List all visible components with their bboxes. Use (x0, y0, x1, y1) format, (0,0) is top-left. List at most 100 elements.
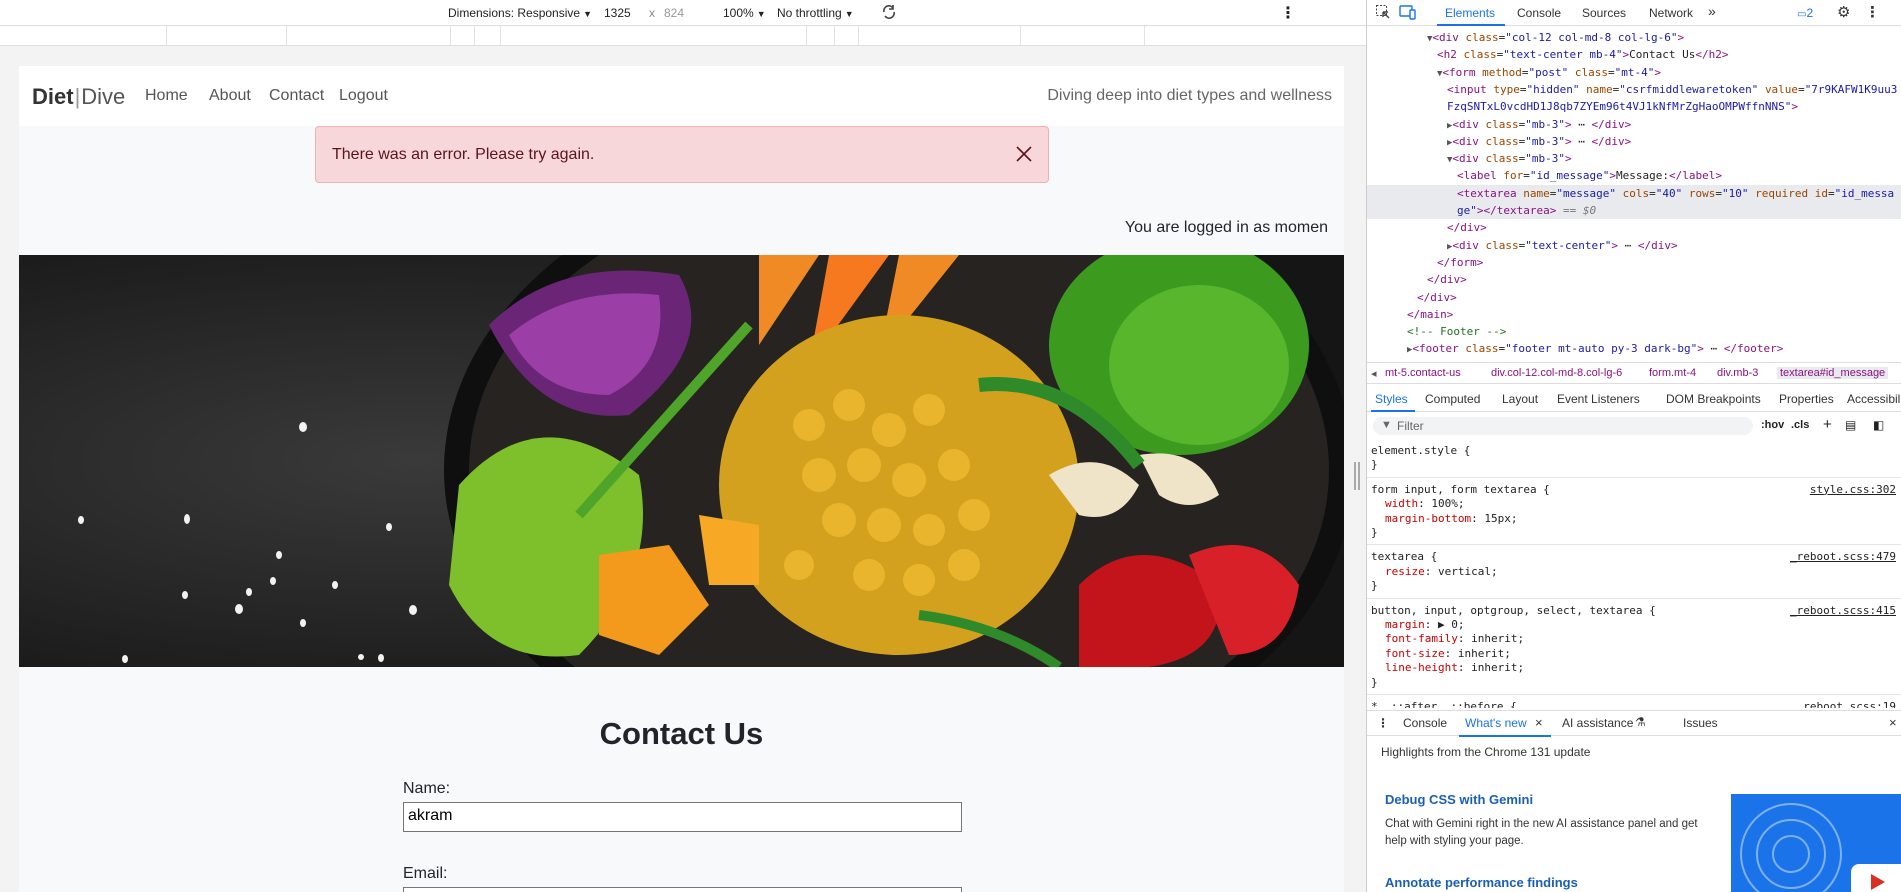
zoom-select[interactable]: 100% ▼ (723, 6, 766, 20)
tab-console[interactable]: Console (1517, 6, 1561, 20)
brand-separator: | (74, 84, 81, 109)
dimensions-label: Dimensions: Responsive (448, 6, 581, 20)
breadcrumb-item[interactable]: form.mt-4 (1649, 367, 1696, 379)
device-toggle-icon[interactable] (1399, 4, 1417, 23)
brand-bold: Diet (32, 84, 74, 109)
close-drawer-icon[interactable]: × (1889, 715, 1897, 730)
nav-home[interactable]: Home (145, 87, 188, 105)
tab-network[interactable]: Network (1649, 6, 1693, 20)
throttling-label: No throttling (777, 6, 842, 20)
promo-image (1731, 794, 1901, 892)
breadcrumb-item[interactable]: div.col-12.col-md-8.col-lg-6 (1491, 367, 1622, 379)
cls-toggle[interactable]: .cls (1791, 419, 1809, 431)
css-rule[interactable]: element.style {} (1367, 440, 1901, 478)
filter-icon: ▼ (1381, 419, 1392, 431)
dimension-separator: x (649, 6, 655, 20)
dom-node-line[interactable]: </div> (1427, 271, 1467, 288)
drawer-tab-whats-new[interactable]: What's new (1465, 716, 1527, 730)
subtab-layout[interactable]: Layout (1502, 392, 1538, 406)
dom-node-line[interactable]: </form> (1437, 254, 1483, 271)
nav-contact[interactable]: Contact (269, 87, 324, 105)
drawer-tabs: ⋮ Console What's new × AI assistance ⚗ I… (1367, 710, 1901, 737)
dom-node-line[interactable]: <textarea name="message" cols="40" rows=… (1367, 184, 1901, 202)
drawer-tab-ai-assistance[interactable]: AI assistance (1562, 716, 1633, 730)
styles-filter-input[interactable]: ▼ Filter (1373, 417, 1753, 435)
dom-node-line[interactable]: </main> (1407, 306, 1453, 323)
news-title-debug-css[interactable]: Debug CSS with Gemini (1385, 792, 1533, 807)
news-desc-debug-css: Chat with Gemini right in the new AI ass… (1385, 818, 1698, 847)
width-input[interactable]: 1325 (600, 4, 644, 22)
active-subtab-indicator (1371, 410, 1415, 412)
subtab-event-listeners[interactable]: Event Listeners (1557, 392, 1640, 406)
throttling-select[interactable]: No throttling ▼ (777, 6, 854, 20)
subtab-properties[interactable]: Properties (1779, 392, 1834, 406)
subtab-styles[interactable]: Styles (1375, 392, 1408, 406)
issues-badge[interactable]: ▭2 (1797, 6, 1813, 20)
new-rule-icon[interactable]: + (1823, 416, 1832, 433)
inspect-icon[interactable] (1375, 4, 1391, 23)
dimensions-select[interactable]: Dimensions: Responsive ▼ (448, 6, 592, 20)
subtab-dom-breakpoints[interactable]: DOM Breakpoints (1666, 392, 1761, 406)
drawer-tab-console[interactable]: Console (1403, 716, 1447, 730)
zoom-label: 100% (723, 6, 754, 20)
dom-node-line[interactable]: ge"></textarea> == $0 (1367, 202, 1901, 220)
devtools-panel: Elements Console Sources Network » ▭2 ⚙ … (1366, 0, 1901, 892)
dom-node-line[interactable]: <h2 class="text-center mb-4">Contact Us<… (1437, 46, 1728, 63)
rotate-icon[interactable] (880, 3, 898, 24)
drawer-menu-icon[interactable]: ⋮ (1377, 716, 1389, 730)
close-icon[interactable] (1014, 144, 1034, 164)
subtab-computed[interactable]: Computed (1425, 392, 1480, 406)
contact-heading: Contact Us (599, 716, 764, 751)
name-field[interactable]: akram (403, 802, 962, 832)
css-rule[interactable]: textarea {resize: vertical;} _reboot.scss… (1367, 546, 1901, 599)
dom-node-line[interactable]: <!-- Footer --> (1407, 323, 1506, 340)
highlights-heading: Highlights from the Chrome 131 update (1381, 745, 1591, 759)
issues-count: 2 (1806, 6, 1814, 20)
brand-light: Dive (81, 84, 126, 109)
sidebar-toggle-icon[interactable]: ◧ (1873, 418, 1884, 432)
height-input[interactable]: 824 (660, 4, 704, 22)
breadcrumb-item[interactable]: mt-5.contact-us (1385, 367, 1461, 379)
email-field[interactable] (403, 887, 962, 892)
tab-sources[interactable]: Sources (1582, 6, 1626, 20)
media-query-ruler (0, 26, 1366, 46)
devtools-menu-icon[interactable]: ⋮ (1865, 3, 1880, 21)
css-rule[interactable]: *, ::after, ::before {_reboot.scss:19 (1367, 696, 1901, 708)
alert-message: There was an error. Please try again. (332, 146, 595, 163)
web-page: Diet|Dive Home About Contact Logout Divi… (19, 66, 1344, 892)
dom-node-line[interactable]: <input type="hidden" name="csrfmiddlewar… (1447, 81, 1897, 98)
devtools-toolbar: Elements Console Sources Network » ▭2 ⚙ … (1367, 0, 1901, 26)
filter-placeholder: Filter (1397, 419, 1424, 433)
whats-new-panel: Highlights from the Chrome 131 update De… (1367, 737, 1901, 892)
styles-filter-bar: ▼ Filter :hov .cls + ▤ ◧ (1367, 414, 1901, 438)
panel-resize-handle[interactable] (1354, 462, 1360, 490)
styles-rules: element.style {} form input, form textare… (1367, 440, 1901, 708)
brand-logo[interactable]: Diet|Dive (32, 84, 125, 110)
css-rule[interactable]: button, input, optgroup, select, textare… (1367, 600, 1901, 696)
more-tabs-icon[interactable]: » (1708, 3, 1716, 19)
tab-elements[interactable]: Elements (1445, 6, 1495, 20)
breadcrumb-scroll-left-icon[interactable]: ◂ (1371, 367, 1377, 380)
css-rule[interactable]: form input, form textarea {width: 100%; m… (1367, 479, 1901, 546)
settings-gear-icon[interactable]: ⚙ (1837, 3, 1850, 21)
news-title-annotate[interactable]: Annotate performance findings (1385, 875, 1578, 890)
breadcrumb-item-active[interactable]: textarea#id_message (1777, 367, 1889, 379)
nav-logout[interactable]: Logout (339, 87, 388, 105)
nav-about[interactable]: About (209, 87, 251, 105)
dom-node-line[interactable]: FzqSNTxL0vcdHD1J8qb7ZYEm96t4VJ1kNfMrZgHa… (1447, 98, 1798, 115)
breadcrumb-item[interactable]: div.mb-3 (1717, 367, 1758, 379)
hov-toggle[interactable]: :hov (1761, 419, 1784, 431)
paint-icon[interactable]: ▤ (1845, 418, 1856, 432)
more-options-icon[interactable]: ⋮ (1280, 3, 1296, 23)
drawer-tab-issues[interactable]: Issues (1683, 716, 1718, 730)
subtab-accessibility[interactable]: Accessibility (1847, 392, 1901, 406)
dom-node-line[interactable]: <label for="id_message">Message:</label> (1457, 167, 1722, 184)
dom-node-line[interactable]: ▶<footer class="footer mt-auto py-3 dark… (1407, 340, 1783, 359)
styles-subtabs: Styles Computed Layout Event Listeners D… (1367, 388, 1901, 412)
device-toolbar: Dimensions: Responsive ▼ 1325 x 824 100% ▼… (0, 0, 1366, 26)
logged-in-status: You are logged in as momen (1124, 219, 1328, 236)
site-navbar: Diet|Dive Home About Contact Logout Divi… (19, 66, 1344, 126)
close-tab-icon[interactable]: × (1535, 715, 1543, 730)
dom-node-line[interactable]: </div> (1417, 289, 1457, 306)
dom-node-line[interactable]: </div> (1447, 219, 1487, 236)
